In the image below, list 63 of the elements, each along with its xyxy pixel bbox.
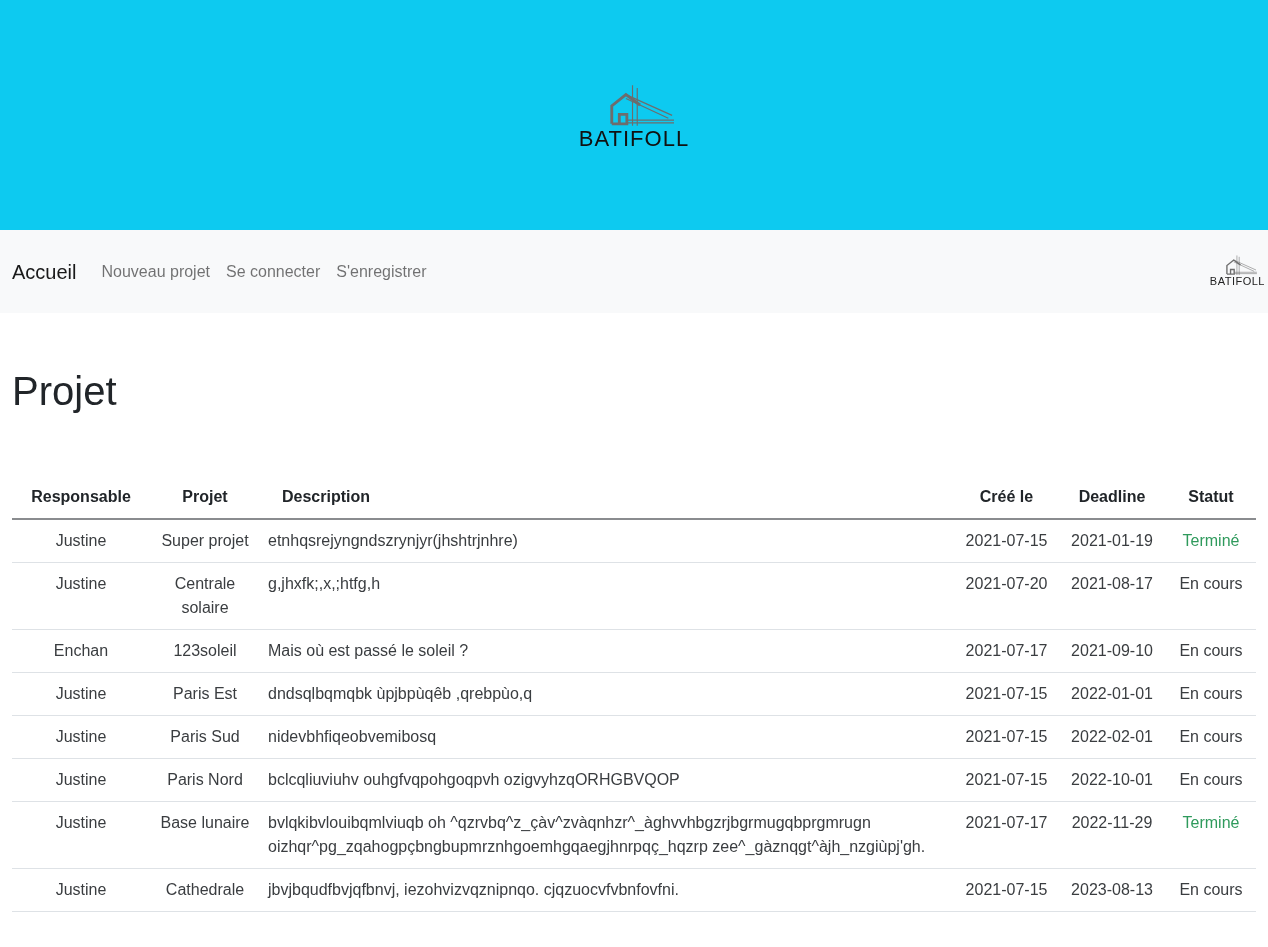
home-link[interactable]: Accueil (12, 256, 77, 287)
table-cell: bvlqkibvlouibqmlviuqb oh ^qzrvbq^z_çàv^zvàqnhzr^_àghvvhbgzrjbgrmugqbprgmrugn oizhqr^pg_zqahogpçbngbupmrznhgoemhgqaegjhnrpqç_hqzrp zee^_gàznqgt^àjh_nzgiùpj'gh. (260, 801, 955, 869)
table-cell: Justine (12, 562, 150, 630)
table-cell: nidevbhfiqeobvemibosq (260, 715, 955, 759)
table-cell: 2021-09-10 (1058, 629, 1166, 673)
status-cell: En cours (1166, 672, 1256, 716)
house-logo-icon (608, 84, 674, 126)
status-cell: En cours (1166, 562, 1256, 630)
status-cell: En cours (1166, 758, 1256, 802)
table-cell: Enchan (12, 629, 150, 673)
table-cell: Base lunaire (150, 801, 260, 869)
table-cell: 2023-08-13 (1058, 868, 1166, 912)
column-header: Créé le (955, 475, 1058, 519)
table-cell: Cathedrale (150, 868, 260, 912)
table-cell: jbvjbqudfbvjqfbnvj, iezohvizvqznipnqo. cjqzuocvfvbnfovfni. (260, 868, 955, 912)
table-cell: Paris Sud (150, 715, 260, 759)
status-cell: En cours (1166, 715, 1256, 759)
logo-wordmark: BATIFOLL (1209, 275, 1265, 288)
column-header: Description (260, 475, 955, 519)
nav-link[interactable]: Nouveau projet (93, 251, 218, 292)
table-cell: 2021-08-17 (1058, 562, 1166, 630)
table-cell: 2021-07-17 (955, 629, 1058, 673)
table-cell: Justine (12, 868, 150, 912)
column-header: Projet (150, 475, 260, 519)
table-cell: 2021-07-15 (955, 519, 1058, 563)
table-cell: dndsqlbqmqbk ùpjbpùqêb ,qrebpùo,q (260, 672, 955, 716)
table-cell: 2021-07-15 (955, 758, 1058, 802)
table-cell: Paris Nord (150, 758, 260, 802)
table-cell: 2022-02-01 (1058, 715, 1166, 759)
column-header: Deadline (1058, 475, 1166, 519)
table-cell: 123soleil (150, 629, 260, 673)
table-cell: 2021-07-15 (955, 868, 1058, 912)
table-cell: 2021-01-19 (1058, 519, 1166, 563)
status-cell: En cours (1166, 868, 1256, 912)
table-cell: Mais où est passé le soleil ? (260, 629, 955, 673)
table-cell: 2021-07-17 (955, 801, 1058, 869)
table-cell: etnhqsrejyngndszrynjyr(jhshtrjnhre) (260, 519, 955, 563)
table-cell: Centrale solaire (150, 562, 260, 630)
table-cell: 2022-11-29 (1058, 801, 1166, 869)
nav-link[interactable]: Se connecter (218, 251, 329, 292)
table-cell: Justine (12, 519, 150, 563)
table-cell: 2022-10-01 (1058, 758, 1166, 802)
table-cell: Justine (12, 715, 150, 759)
status-cell: En cours (1166, 629, 1256, 673)
status-cell: Terminé (1166, 801, 1256, 869)
table-cell: Justine (12, 758, 150, 802)
column-header: Statut (1166, 475, 1256, 519)
house-logo-icon (1225, 255, 1258, 275)
table-cell: Paris Est (150, 672, 260, 716)
table-cell: 2021-07-20 (955, 562, 1058, 630)
logo-wordmark: BATIFOLL (578, 126, 690, 152)
column-header: Responsable (12, 475, 150, 519)
page-title: Projet (12, 368, 118, 415)
status-cell: Terminé (1166, 519, 1256, 563)
nav-link[interactable]: S'enregistrer (328, 251, 435, 292)
table-cell: 2022-01-01 (1058, 672, 1166, 716)
table-cell: 2021-07-15 (955, 715, 1058, 759)
table-cell: bclcqliuviuhv ouhgfvqpohgoqpvh ozigvyhzqORHGBVQOP (260, 758, 955, 802)
table-cell: Justine (12, 801, 150, 869)
table-cell: g,jhxfk;,x,;htfg,h (260, 562, 955, 630)
table-cell: Justine (12, 672, 150, 716)
table-cell: 2021-07-15 (955, 672, 1058, 716)
table-cell: Super projet (150, 519, 260, 563)
